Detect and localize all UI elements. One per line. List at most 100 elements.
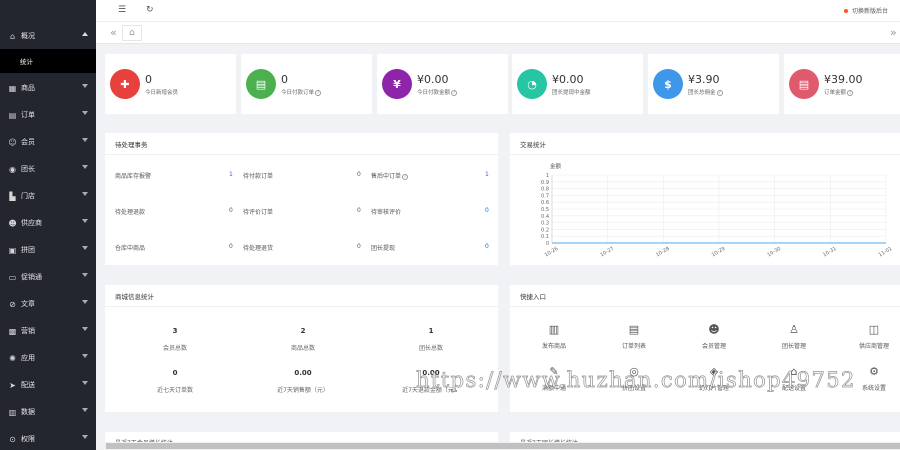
stat-value: ¥39.00 bbox=[824, 73, 863, 86]
todo-label-text: 售后中订单 bbox=[371, 173, 402, 180]
sidebar-item-1[interactable]: ▦ 商品 bbox=[0, 75, 96, 101]
home-icon: ⌂ bbox=[129, 28, 135, 38]
sidebar-item-5[interactable]: ▙ 门店 bbox=[0, 183, 96, 209]
todo-item-value[interactable]: 1 bbox=[229, 171, 233, 178]
chevron-icon bbox=[82, 192, 88, 196]
todo-label-text: 团长提现 bbox=[371, 245, 396, 252]
send-icon: ➤ bbox=[9, 380, 16, 390]
todo-item-label[interactable]: 待处理退货 bbox=[243, 243, 273, 252]
todo-item-label[interactable]: 售后中订单? bbox=[371, 171, 409, 180]
sidebar-item-2[interactable]: ▤ 订单 bbox=[0, 102, 96, 128]
tab-bar: « ⌂ » bbox=[96, 22, 900, 44]
sidebar-item-10[interactable]: ▩ 营销 bbox=[0, 318, 96, 344]
tab-home[interactable]: ⌂ bbox=[122, 25, 142, 41]
sidebar-item-13[interactable]: ▥ 数据 bbox=[0, 399, 96, 425]
shop-info-value: 0.00 bbox=[294, 369, 312, 377]
help-icon[interactable]: ? bbox=[402, 173, 409, 180]
stat-label: 今日付款金额? bbox=[417, 88, 458, 96]
chevron-icon bbox=[82, 435, 88, 439]
sidebar-item-4[interactable]: ◉ 团长 bbox=[0, 156, 96, 182]
todo-item-value[interactable]: 0 bbox=[485, 243, 489, 250]
todo-item-label[interactable]: 待评价订单 bbox=[243, 207, 273, 216]
chevron-icon bbox=[82, 138, 88, 142]
chevron-icon bbox=[82, 84, 88, 88]
chevron-icon bbox=[82, 111, 88, 115]
stat-card: ◔ ¥0.00 团长提现中金额 bbox=[512, 54, 643, 114]
todo-label-text: 商品库存报警 bbox=[115, 173, 152, 180]
shop-info-item: 0.00 近7天销售额（元） bbox=[243, 369, 363, 394]
sidebar-item-0[interactable]: ⌂ 概况 bbox=[0, 23, 96, 49]
todo-item-label[interactable]: 待处理退款 bbox=[115, 207, 145, 216]
stat-label-text: 今日付款订单 bbox=[281, 90, 315, 96]
help-icon[interactable]: ? bbox=[847, 89, 854, 96]
sidebar-item-label: 拼团 bbox=[21, 246, 35, 254]
chart-y-tick-label: 0.6 bbox=[541, 200, 549, 206]
todo-label-text: 待审核评价 bbox=[371, 209, 402, 216]
chart-x-tick-label: 11-01 bbox=[878, 246, 894, 258]
sidebar-item-label: 团长 bbox=[21, 165, 35, 173]
chevron-icon bbox=[82, 246, 88, 250]
todo-item-value[interactable]: 0 bbox=[229, 207, 233, 214]
todo-item-value[interactable]: 0 bbox=[357, 171, 361, 178]
todo-item-label[interactable]: 仓库中商品 bbox=[115, 243, 145, 252]
todo-item-value[interactable]: 0 bbox=[357, 207, 361, 214]
stat-label: 团长提现中金额 bbox=[552, 88, 591, 96]
quick-entry-item[interactable]: ▥ 发布商品 bbox=[524, 323, 584, 350]
menu-icon[interactable]: ☰ bbox=[118, 5, 126, 15]
todo-item-label[interactable]: 待审核评价 bbox=[371, 207, 401, 216]
todo-item-value[interactable]: 1 bbox=[485, 171, 489, 178]
quick-entry-item[interactable]: ▤ 订单列表 bbox=[604, 323, 664, 350]
shield-icon: ⊙ bbox=[9, 434, 16, 444]
sidebar-item-6[interactable]: ☻ 供应商 bbox=[0, 210, 96, 236]
shop-info-value: 0 bbox=[172, 369, 178, 377]
shop-info-label: 会员总数 bbox=[162, 345, 187, 352]
sidebar-item-9[interactable]: ⊘ 文章 bbox=[0, 291, 96, 317]
scroll-right-icon[interactable]: » bbox=[890, 26, 897, 39]
todo-item-label[interactable]: 待付款订单 bbox=[243, 171, 273, 180]
sidebar-item-3[interactable]: ☺ 会员 bbox=[0, 129, 96, 155]
todo-item-label[interactable]: 团长提现 bbox=[371, 243, 395, 252]
help-icon[interactable]: ? bbox=[451, 89, 458, 96]
todo-item-label[interactable]: 商品库存报警 bbox=[115, 171, 151, 180]
todo-item-value[interactable]: 0 bbox=[357, 243, 361, 250]
box-icon: ▣ bbox=[8, 245, 17, 255]
watermark-text: https://www.huzhan.com/ishop49752 bbox=[416, 368, 856, 393]
stat-label-text: 今日新增会员 bbox=[145, 90, 179, 96]
sidebar-subitem-stats[interactable]: 统计 bbox=[0, 49, 96, 73]
sidebar-item-label: 数据 bbox=[21, 408, 35, 416]
help-icon[interactable]: ? bbox=[716, 89, 723, 96]
todo-item-value[interactable]: 0 bbox=[229, 243, 233, 250]
sidebar-item-11[interactable]: ✺ 应用 bbox=[0, 345, 96, 371]
switch-version-link[interactable]: 切换新版后台 bbox=[843, 6, 888, 15]
horizontal-scrollbar[interactable] bbox=[96, 442, 900, 450]
chevron-icon bbox=[82, 300, 88, 304]
trade-title: 交易统计 bbox=[510, 133, 900, 155]
stat-label: 今日付款订单? bbox=[281, 88, 322, 96]
todo-item-value[interactable]: 0 bbox=[485, 207, 489, 214]
shop-info-card: 商城信息统计 3 会员总数 2 商品总数 1 团长总数 0 近七天订单数 0.00 近7天销售额（… bbox=[105, 285, 498, 412]
scrollbar-thumb[interactable] bbox=[106, 443, 900, 449]
scroll-left-icon[interactable]: « bbox=[110, 26, 117, 39]
sidebar-item-7[interactable]: ▣ 拼团 bbox=[0, 237, 96, 263]
sidebar-item-14[interactable]: ⊙ 权限 bbox=[0, 426, 96, 450]
sidebar-item-12[interactable]: ➤ 配送 bbox=[0, 372, 96, 398]
stat-label-text: 团长总佣金 bbox=[688, 90, 716, 96]
quick-entry-label: 发布商品 bbox=[541, 343, 566, 350]
quick-entry-item[interactable]: ◫ 供应商管理 bbox=[844, 323, 900, 350]
clipboard-icon: ▤ bbox=[628, 323, 640, 336]
sidebar-item-label: 促销通 bbox=[21, 273, 42, 281]
refresh-icon[interactable]: ↻ bbox=[146, 5, 154, 15]
top-bar: ☰ ↻ 切换新版后台 bbox=[96, 0, 900, 22]
quick-entry-card: 快捷入口 ▥ 发布商品 ▤ 订单列表 ☻ 会员管理 ♙ 团长管理 ◫ 供应商管理 ✎ 满额中通 ◎ 拼团设… bbox=[510, 285, 900, 412]
sidebar-item-8[interactable]: ▭ 促销通 bbox=[0, 264, 96, 290]
quick-entry-item[interactable]: ☻ 会员管理 bbox=[684, 323, 744, 350]
chart-x-tick-label: 10-27 bbox=[599, 246, 615, 258]
sidebar-item-label: 应用 bbox=[21, 354, 35, 362]
quick-entry-label: 供应商管理 bbox=[858, 343, 889, 350]
quick-entry-item[interactable]: ♙ 团长管理 bbox=[764, 323, 824, 350]
badge-icon: ▩ bbox=[8, 326, 17, 336]
help-icon[interactable]: ? bbox=[315, 89, 322, 96]
chart-y-tick-label: 0.8 bbox=[541, 187, 549, 193]
chevron-icon bbox=[82, 354, 88, 358]
stat-card: ¥ ¥0.00 今日付款金额? bbox=[377, 54, 508, 114]
